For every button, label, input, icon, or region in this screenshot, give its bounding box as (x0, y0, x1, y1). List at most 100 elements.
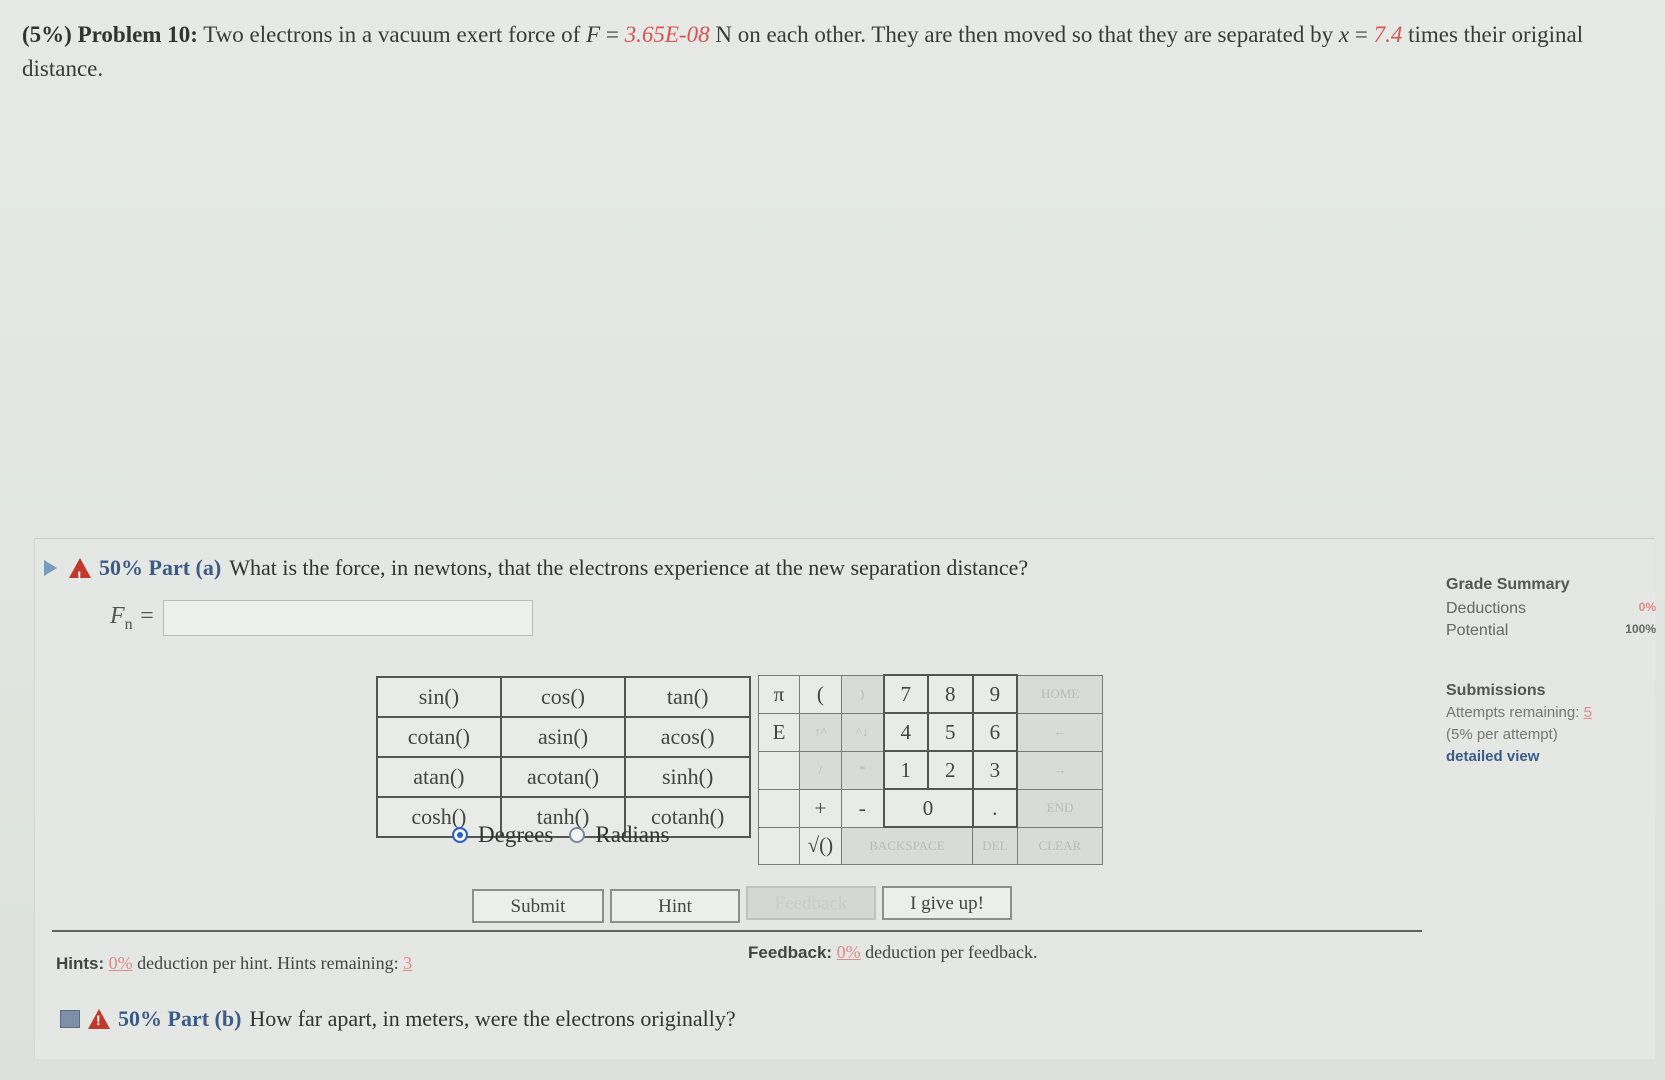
key-1[interactable]: 1 (882, 750, 930, 790)
key-6[interactable]: 6 (971, 712, 1019, 752)
feedback-text: deduction per feedback. (865, 942, 1038, 962)
key-e[interactable]: E (758, 712, 800, 752)
degrees-label[interactable]: Degrees (478, 822, 553, 848)
part-b-question: How far apart, in meters, were the elect… (249, 1006, 736, 1031)
deductions-value: 0% (1638, 600, 1656, 614)
key-4[interactable]: 4 (882, 712, 930, 752)
key-blank-3 (758, 826, 800, 865)
answer-row: Fn = (110, 600, 533, 636)
hints-pct: 0% (108, 953, 133, 973)
feedback-pct: 0% (836, 942, 861, 962)
deductions-label: Deductions (1446, 600, 1527, 617)
func-acos[interactable]: acos() (624, 716, 751, 758)
potential-label: Potential (1446, 622, 1509, 639)
keypad: π ( ) 7 8 9 HOME E ↑^ ^↓ 4 5 6 ← / * 1 2… (758, 674, 1104, 865)
func-sinh[interactable]: sinh() (624, 756, 751, 798)
part-b-header[interactable]: 50% Part (b) How far apart, in meters, w… (60, 1006, 736, 1032)
key-right-arrow[interactable]: → (1016, 750, 1104, 790)
warning-icon (69, 558, 91, 591)
attempts-row: Attempts remaining: 5 (1446, 702, 1656, 724)
part-a-header[interactable]: 50% Part (a) What is the force, in newto… (44, 553, 1244, 591)
key-blank-2 (758, 788, 800, 828)
divider (52, 930, 1422, 932)
key-blank-1 (758, 750, 800, 790)
problem-text-2: N on each other. They are then moved so … (709, 22, 1334, 47)
potential-row: Potential 100% (1446, 622, 1656, 640)
degrees-radio[interactable] (452, 827, 468, 843)
func-cotan[interactable]: cotan() (376, 716, 502, 758)
answer-label-var: F (110, 602, 125, 629)
key-plus[interactable]: + (798, 788, 842, 828)
radians-radio[interactable] (569, 827, 586, 843)
x-equals: = (1349, 22, 1374, 47)
func-cos[interactable]: cos() (499, 676, 627, 718)
key-8[interactable]: 8 (927, 674, 974, 714)
hints-remaining: 3 (403, 953, 413, 973)
problem-number: (5%) Problem 10: (22, 22, 198, 47)
key-home[interactable]: HOME (1016, 674, 1104, 714)
attempts-label: Attempts remaining: (1446, 704, 1580, 721)
key-divide[interactable]: / (798, 750, 842, 790)
angle-mode: Degrees Radians (452, 822, 669, 848)
func-atan[interactable]: atan() (376, 756, 502, 798)
key-multiply[interactable]: * (840, 750, 885, 790)
key-5[interactable]: 5 (927, 712, 974, 752)
key-close-paren[interactable]: ) (840, 674, 885, 714)
x-variable: x (1338, 22, 1350, 47)
func-sin[interactable]: sin() (376, 676, 502, 718)
deductions-row: Deductions 0% (1446, 600, 1656, 618)
force-variable: F (586, 22, 601, 47)
key-exp-up[interactable]: ↑^ (798, 712, 842, 752)
give-up-button[interactable]: I give up! (882, 886, 1012, 920)
hints-label: Hints: (56, 954, 105, 973)
radians-label[interactable]: Radians (595, 822, 669, 848)
func-acotan[interactable]: acotan() (499, 756, 627, 798)
per-attempt: (5% per attempt) (1446, 726, 1558, 743)
attempts-value: 5 (1583, 704, 1592, 721)
key-end[interactable]: END (1016, 788, 1104, 828)
submissions-title: Submissions (1446, 682, 1546, 699)
func-asin[interactable]: asin() (499, 716, 627, 758)
x-value: 7.4 (1373, 22, 1403, 47)
force-equals: = (600, 22, 625, 47)
feedback-label: Feedback: (748, 943, 833, 962)
warning-icon-b (88, 1009, 110, 1029)
key-3[interactable]: 3 (971, 750, 1019, 790)
feedback-button[interactable]: Feedback (746, 886, 876, 920)
submit-button[interactable]: Submit (472, 889, 604, 923)
answer-input[interactable] (162, 600, 533, 636)
hints-text: deduction per hint. Hints remaining: (137, 953, 399, 973)
key-left-arrow[interactable]: ← (1016, 712, 1104, 752)
part-a-percent: 50% Part (a) (99, 555, 222, 580)
potential-value: 100% (1625, 622, 1656, 636)
key-0[interactable]: 0 (882, 788, 974, 828)
key-7[interactable]: 7 (882, 674, 930, 714)
key-backspace[interactable]: BACKSPACE (840, 826, 974, 865)
collapsed-square-icon[interactable] (60, 1010, 80, 1028)
key-2[interactable]: 2 (927, 750, 974, 790)
grade-summary: Grade Summary Deductions 0% Potential 10… (1446, 576, 1656, 644)
key-decimal[interactable]: . (971, 788, 1019, 828)
key-exp-down[interactable]: ^↓ (840, 712, 885, 752)
key-minus[interactable]: - (840, 788, 885, 828)
key-9[interactable]: 9 (971, 674, 1019, 714)
answer-label-equals: = (132, 602, 155, 629)
problem-text-1: Two electrons in a vacuum exert force of (203, 22, 581, 47)
key-clear[interactable]: CLEAR (1016, 826, 1104, 865)
key-del[interactable]: DEL (972, 826, 1018, 865)
grade-summary-title: Grade Summary (1446, 576, 1570, 593)
func-tan[interactable]: tan() (624, 676, 751, 718)
hints-info: Hints: 0% deduction per hint. Hints rema… (56, 953, 412, 974)
key-pi[interactable]: π (758, 674, 800, 714)
problem-statement: (5%) Problem 10: Two electrons in a vacu… (22, 18, 1652, 86)
hint-button[interactable]: Hint (610, 889, 740, 923)
detailed-view-link[interactable]: detailed view (1446, 746, 1656, 768)
answer-label: Fn = (110, 603, 155, 634)
expand-triangle-icon[interactable] (44, 560, 57, 576)
force-value: 3.65E-08 (624, 22, 710, 47)
key-sqrt[interactable]: √() (798, 826, 842, 865)
part-a-question: What is the force, in newtons, that the … (229, 555, 1029, 580)
feedback-info: Feedback: 0% deduction per feedback. (748, 942, 1038, 963)
submissions: Submissions Attempts remaining: 5 (5% pe… (1446, 680, 1656, 768)
key-open-paren[interactable]: ( (798, 674, 842, 714)
